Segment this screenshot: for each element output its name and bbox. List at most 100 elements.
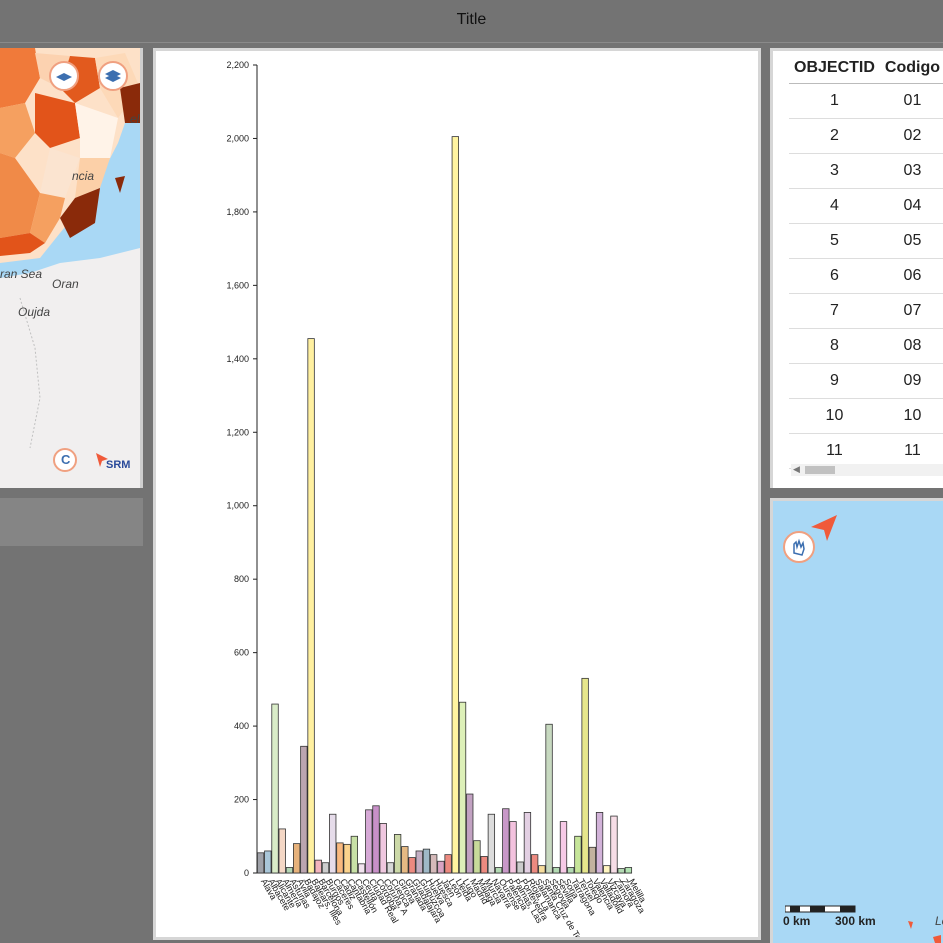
app-title-bar: Title bbox=[0, 0, 943, 43]
map-label: Oran bbox=[52, 277, 79, 291]
bar bbox=[379, 823, 387, 874]
stacked-layers-icon bbox=[105, 70, 121, 82]
bar bbox=[530, 854, 539, 874]
bar bbox=[408, 857, 416, 874]
map-label: ela bbox=[130, 112, 140, 126]
bar bbox=[538, 865, 546, 874]
y-tick-label: 1,200 bbox=[226, 427, 249, 437]
table-row[interactable]: 3 03 bbox=[789, 153, 943, 189]
y-tick-label: 1,600 bbox=[226, 280, 249, 290]
bar bbox=[595, 812, 604, 874]
bar bbox=[329, 813, 337, 874]
table-row[interactable]: 9 09 bbox=[789, 363, 943, 399]
layers-icon bbox=[56, 73, 72, 81]
bar bbox=[314, 859, 322, 874]
copyright-icon: C bbox=[61, 452, 71, 467]
bar bbox=[567, 867, 575, 874]
bar bbox=[451, 136, 459, 874]
bar bbox=[357, 863, 366, 874]
objectid-cell: 7 bbox=[789, 293, 880, 329]
island-shape bbox=[115, 176, 125, 193]
bar bbox=[393, 834, 402, 874]
bar bbox=[458, 701, 467, 874]
y-tick-label: 1,400 bbox=[226, 354, 249, 364]
bar bbox=[581, 677, 589, 874]
table-row[interactable]: 4 04 bbox=[789, 188, 943, 224]
bar bbox=[617, 868, 625, 874]
bar bbox=[372, 805, 380, 874]
horizontal-scrollbar[interactable]: ◀ bbox=[791, 464, 943, 476]
bar bbox=[545, 723, 553, 874]
table-row[interactable]: 7 07 bbox=[789, 293, 943, 329]
bar bbox=[336, 842, 344, 874]
bar bbox=[300, 745, 308, 874]
y-tick-label: 0 bbox=[244, 868, 249, 878]
codigo-cell: 07 bbox=[879, 293, 943, 329]
layer-toggle-button[interactable] bbox=[49, 61, 79, 91]
table-row[interactable]: 6 06 bbox=[789, 258, 943, 294]
bar bbox=[256, 852, 265, 874]
bar bbox=[401, 846, 409, 874]
codigo-cell: 08 bbox=[879, 328, 943, 364]
table-row[interactable]: 1 01 bbox=[789, 83, 943, 119]
attribute-table-panel: OBJECTID Codigo 1 01 2 02 3 03 4 04 5 05 6 06 7 07 8 08… bbox=[770, 48, 943, 488]
attribute-table: OBJECTID Codigo 1 01 2 02 3 03 4 04 5 05 6 06 7 07 8 08… bbox=[789, 53, 943, 469]
objectid-cell: 1 bbox=[789, 83, 880, 119]
bar bbox=[523, 812, 532, 874]
objectid-cell: 10 bbox=[789, 398, 880, 434]
map-label: Oujda bbox=[18, 305, 50, 319]
bar-chart-panel: 0 200 400 600 800 1,000 1,200 1,400 1,600 1,800 2,… bbox=[153, 48, 761, 940]
basemap-toggle-button[interactable] bbox=[98, 61, 128, 91]
column-header[interactable]: Codigo bbox=[879, 53, 943, 84]
table-row[interactable]: 8 08 bbox=[789, 328, 943, 364]
objectid-cell: 9 bbox=[789, 363, 880, 399]
scrollbar-thumb[interactable] bbox=[805, 466, 835, 474]
scale-bar bbox=[785, 905, 856, 913]
objectid-cell: 8 bbox=[789, 328, 880, 364]
bar bbox=[430, 854, 438, 874]
empty-panel bbox=[0, 498, 143, 546]
bar bbox=[610, 815, 618, 874]
locator-map-panel[interactable]: 0 km 300 km Lo bbox=[770, 498, 943, 943]
bar bbox=[574, 835, 582, 874]
choropleth-map-panel[interactable]: ncia ran Sea Oran Oujda ela C SRM bbox=[0, 48, 143, 488]
bar bbox=[386, 862, 395, 874]
table-row[interactable]: 5 05 bbox=[789, 223, 943, 259]
codigo-cell: 06 bbox=[879, 258, 943, 294]
y-tick-label: 800 bbox=[234, 574, 249, 584]
bar bbox=[271, 703, 279, 874]
y-tick-label: 2,200 bbox=[226, 60, 249, 70]
bar bbox=[350, 835, 359, 874]
bar bbox=[588, 846, 596, 874]
bar bbox=[480, 856, 488, 874]
y-tick-label: 2,000 bbox=[226, 133, 249, 143]
bar bbox=[365, 809, 373, 874]
table-row[interactable]: 2 02 bbox=[789, 118, 943, 154]
bar bbox=[264, 850, 272, 874]
table-row[interactable]: 10 10 bbox=[789, 398, 943, 434]
bar bbox=[307, 338, 315, 874]
y-tick-label: 200 bbox=[234, 795, 249, 805]
column-header[interactable]: OBJECTID bbox=[789, 53, 880, 84]
scale-label-end: 300 km bbox=[835, 914, 876, 928]
bar bbox=[278, 828, 286, 874]
codigo-cell: 04 bbox=[879, 188, 943, 224]
compass-arrow-icon bbox=[811, 515, 837, 541]
codigo-cell: 01 bbox=[879, 83, 943, 119]
map-label: ran Sea bbox=[0, 267, 42, 281]
bar bbox=[343, 843, 351, 874]
copyright-button[interactable]: C bbox=[53, 448, 77, 472]
codigo-cell: 05 bbox=[879, 223, 943, 259]
objectid-cell: 6 bbox=[789, 258, 880, 294]
bar bbox=[509, 821, 517, 874]
scroll-left-icon[interactable]: ◀ bbox=[793, 464, 800, 475]
map-label: Lo bbox=[935, 914, 943, 928]
bar bbox=[552, 867, 560, 874]
map-canvas[interactable]: ncia ran Sea Oran Oujda ela bbox=[0, 48, 140, 488]
bar bbox=[624, 867, 633, 874]
srm-logo: SRM bbox=[94, 451, 134, 477]
codigo-cell: 09 bbox=[879, 363, 943, 399]
map-label: ncia bbox=[72, 169, 94, 183]
bar bbox=[293, 843, 301, 874]
objectid-cell: 4 bbox=[789, 188, 880, 224]
